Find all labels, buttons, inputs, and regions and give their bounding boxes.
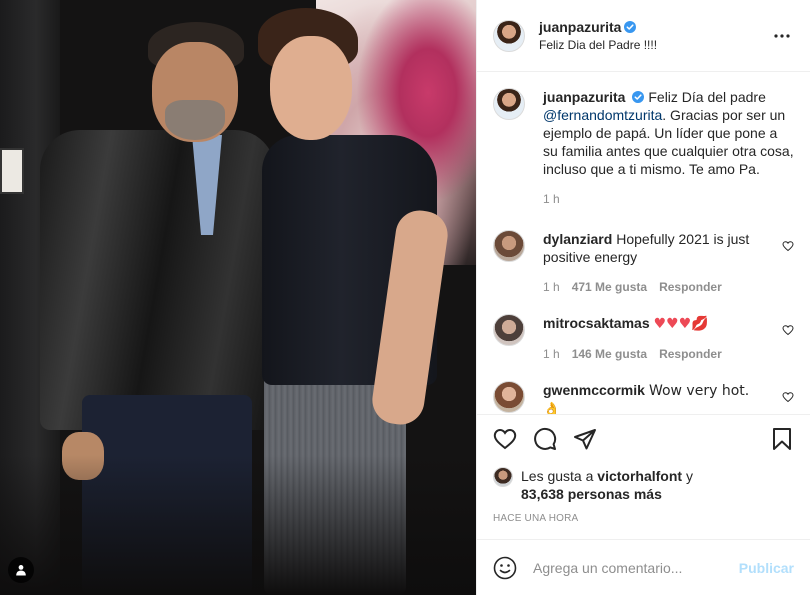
comment-reply-button[interactable]: Responder (659, 278, 722, 296)
likes-text: Les gusta a victorhalfont y 83,638 perso… (521, 467, 693, 503)
photo-son-face (270, 36, 352, 140)
author-username[interactable]: juanpazurita (539, 19, 621, 35)
post-location[interactable]: Feliz Dia del Padre !!!! (539, 36, 657, 54)
author-avatar[interactable] (493, 19, 525, 52)
comment-username[interactable]: mitrocsaktamas (543, 315, 650, 331)
comment-username[interactable]: dylanziard (543, 231, 612, 247)
caption-time[interactable]: 1 h (543, 190, 560, 208)
photo-wall-sign (0, 148, 24, 194)
verified-badge-icon (632, 91, 645, 103)
comment-body: dylanziard Hopefully 2021 is just positiv… (543, 230, 794, 296)
comment-input[interactable] (533, 559, 739, 576)
post-caption: juanpazurita Feliz Día del padre @fernan… (493, 88, 794, 208)
likes-others-link[interactable]: 83,638 personas más (521, 486, 662, 502)
comment-like-heart-icon[interactable] (782, 391, 794, 403)
publish-button[interactable]: Publicar (739, 560, 794, 576)
photo-floor-shadow (0, 455, 476, 595)
post-side-panel: juanpazurita Feliz Dia del Padre !!!! ju… (476, 0, 810, 595)
likes-summary: Les gusta a victorhalfont y 83,638 perso… (493, 467, 794, 503)
comment-avatar[interactable] (493, 314, 525, 346)
user-tag-icon[interactable] (8, 557, 34, 583)
emoji-smiley-icon[interactable] (493, 556, 517, 580)
comment-meta: 1 h 471 Me gusta Responder (543, 278, 770, 296)
caption-username[interactable]: juanpazurita (543, 89, 625, 105)
likes-joiner: y (682, 468, 693, 484)
more-options-icon[interactable] (770, 24, 794, 48)
comment-item: dylanziard Hopefully 2021 is just positiv… (493, 230, 794, 296)
action-bar (493, 415, 794, 463)
comment-item: mitrocsaktamas ♥♥♥💋 1 h 146 Me gusta Resp… (493, 314, 794, 363)
post-timestamp[interactable]: HACE UNA HORA (493, 513, 794, 531)
comment-meta: 1 h 146 Me gusta Responder (543, 345, 770, 363)
comment-username[interactable]: gwenmccormik (543, 382, 645, 398)
caption-body: juanpazurita Feliz Día del padre @fernan… (543, 88, 794, 208)
post-photo[interactable] (0, 0, 476, 595)
comment-time[interactable]: 1 h (543, 345, 560, 363)
comment-text: ♥♥♥💋 (653, 316, 709, 332)
comment-body: gwenmccormik Wow very hot. 👌 (543, 381, 794, 414)
comment-item: gwenmccormik Wow very hot. 👌 (493, 381, 794, 414)
verified-badge-icon (624, 20, 637, 33)
comment-avatar[interactable] (493, 381, 525, 413)
comment-reply-button[interactable]: Responder (659, 345, 722, 363)
photo-father-jacket (40, 130, 275, 430)
add-comment-bar: Publicar (477, 539, 810, 595)
post-actions-section: Les gusta a victorhalfont y 83,638 perso… (477, 414, 810, 531)
heart-icon[interactable] (493, 427, 517, 451)
post-header: juanpazurita Feliz Dia del Padre !!!! (477, 0, 810, 72)
instagram-post-modal: juanpazurita Feliz Dia del Padre !!!! ju… (0, 0, 810, 595)
likes-prefix: Les gusta a (521, 468, 598, 484)
bookmark-icon[interactable] (770, 427, 794, 451)
comment-like-heart-icon[interactable] (782, 324, 794, 336)
comments-list[interactable]: juanpazurita Feliz Día del padre @fernan… (477, 72, 810, 414)
paper-plane-icon[interactable] (573, 427, 597, 451)
author-info: juanpazurita Feliz Dia del Padre !!!! (539, 18, 657, 54)
comment-avatar[interactable] (493, 230, 525, 262)
user-silhouette-icon (16, 565, 26, 576)
caption-mention-link[interactable]: @fernandomtzurita (543, 107, 662, 123)
caption-meta: 1 h (543, 190, 794, 208)
caption-author-avatar[interactable] (493, 88, 525, 120)
comment-icon[interactable] (533, 427, 557, 451)
caption-text-start: Feliz Día del padre (648, 89, 766, 105)
comment-body: mitrocsaktamas ♥♥♥💋 1 h 146 Me gusta Resp… (543, 314, 794, 363)
comment-like-heart-icon[interactable] (782, 240, 794, 252)
comment-likes[interactable]: 471 Me gusta (572, 278, 647, 296)
liker-username[interactable]: victorhalfont (597, 468, 682, 484)
liker-avatar[interactable] (493, 467, 513, 487)
comment-likes[interactable]: 146 Me gusta (572, 345, 647, 363)
comment-time[interactable]: 1 h (543, 278, 560, 296)
photo-father-beard (165, 100, 225, 140)
